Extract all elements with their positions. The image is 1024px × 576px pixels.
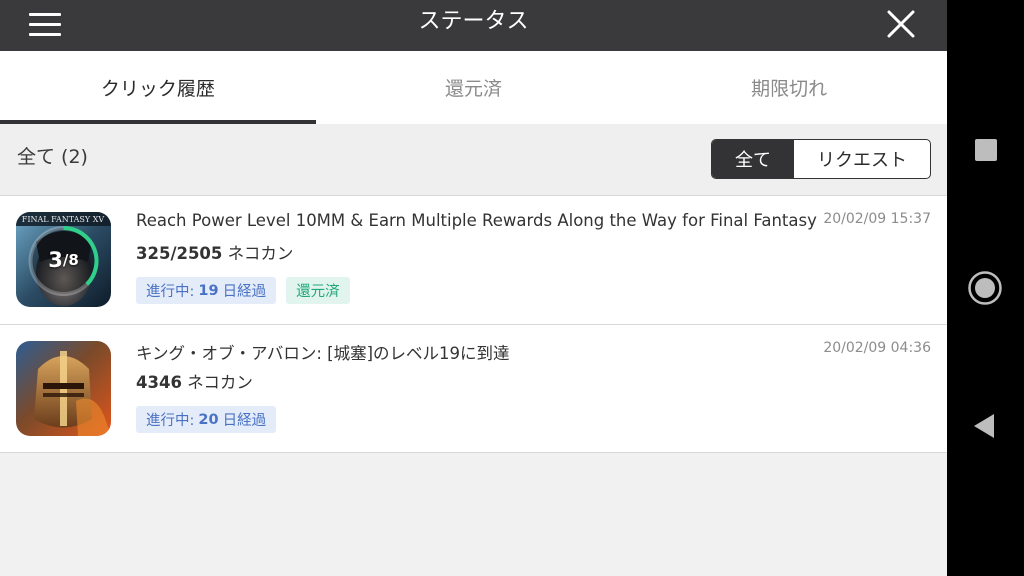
status-days: 20 xyxy=(198,411,219,428)
status-suffix: 日経過 xyxy=(222,284,267,300)
status-tabs: クリック履歴 還元済 期限切れ xyxy=(0,51,947,124)
badge-group: 進行中: 19 日経過 還元済 xyxy=(136,277,350,304)
home-button[interactable] xyxy=(967,270,1003,306)
list-item[interactable]: FINAL FANTASY XV 3/8 Reach Power Level 1… xyxy=(0,195,947,324)
close-icon xyxy=(887,10,915,38)
item-count-label: 全て (2) xyxy=(17,146,88,168)
list-item[interactable]: キング・オブ・アバロン: [城塞]のレベル19に到達 4346 ネコカン 20/… xyxy=(0,324,947,453)
points-value: 4346 xyxy=(136,373,182,392)
filter-segmented-control: 全て リクエスト xyxy=(711,139,931,179)
back-button[interactable] xyxy=(972,412,998,440)
tab-expired[interactable]: 期限切れ xyxy=(631,51,947,124)
status-prefix: 進行中: xyxy=(146,413,195,429)
android-nav-bar xyxy=(947,0,1024,576)
triangle-back-icon xyxy=(974,414,994,438)
square-icon xyxy=(975,139,997,161)
progress-current: 3 xyxy=(48,247,63,272)
points-unit: ネコカン xyxy=(181,373,253,392)
timestamp: 20/02/09 15:37 xyxy=(823,211,931,227)
points-text: 325/2505 ネコカン xyxy=(136,240,293,264)
header-bar: ステータス xyxy=(0,0,947,51)
recents-button[interactable] xyxy=(974,138,998,162)
game-thumbnail xyxy=(16,341,111,436)
timestamp: 20/02/09 04:36 xyxy=(823,340,931,356)
progress-counter: 3/8 xyxy=(16,212,111,307)
badge-group: 進行中: 20 日経過 xyxy=(136,406,277,433)
tab-click-history[interactable]: クリック履歴 xyxy=(0,51,316,124)
offer-title: キング・オブ・アバロン: [城塞]のレベル19に到達 xyxy=(136,344,510,363)
status-badge: 進行中: 19 日経過 xyxy=(136,277,277,304)
points-value: 325/2505 xyxy=(136,244,223,263)
status-prefix: 進行中: xyxy=(146,284,195,300)
returned-badge: 還元済 xyxy=(286,277,350,304)
app-window: ステータス クリック履歴 還元済 期限切れ 全て (2) 全て リクエスト FI… xyxy=(0,0,947,576)
tab-returned[interactable]: 還元済 xyxy=(316,51,632,124)
page-title: ステータス xyxy=(418,9,529,34)
offer-title: Reach Power Level 10MM & Earn Multiple R… xyxy=(136,211,817,230)
points-unit: ネコカン xyxy=(222,244,294,263)
status-badge: 進行中: 20 日経過 xyxy=(136,406,277,433)
game-thumbnail: FINAL FANTASY XV 3/8 xyxy=(16,212,111,307)
filter-all-button[interactable]: 全て xyxy=(712,140,794,178)
close-button[interactable] xyxy=(882,8,920,42)
status-suffix: 日経過 xyxy=(222,413,267,429)
progress-total: 8 xyxy=(68,250,79,269)
circle-icon xyxy=(968,271,1002,305)
points-text: 4346 ネコカン xyxy=(136,369,253,393)
status-days: 19 xyxy=(198,282,219,299)
filter-request-button[interactable]: リクエスト xyxy=(794,140,930,178)
